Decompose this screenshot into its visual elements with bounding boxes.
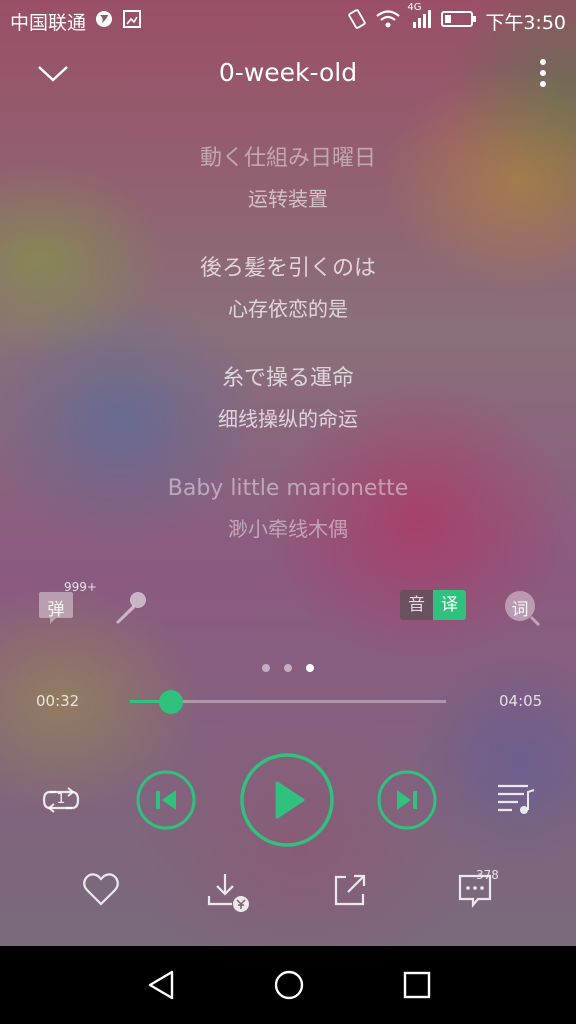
repeat-mode-button[interactable]: 1: [40, 782, 82, 818]
seek-bar[interactable]: [130, 690, 446, 714]
nav-home-button[interactable]: [272, 968, 306, 1002]
system-navigation-bar: [0, 946, 576, 1024]
nav-recents-button[interactable]: [400, 968, 434, 1002]
battery-icon: [441, 9, 477, 34]
lyric-line: 糸で操る運命 细线操纵的命运: [0, 362, 576, 472]
lyric-original: 後ろ髪を引くのは: [199, 256, 376, 281]
like-button[interactable]: [82, 872, 120, 912]
clock: 下午3:50: [485, 12, 566, 34]
nav-recents-icon: [403, 971, 431, 999]
page-dot[interactable]: [284, 664, 292, 672]
danmaku-count-badge: 999+: [64, 580, 97, 594]
lyric-line: 動く仕組み日曜日 运转装置: [0, 142, 576, 252]
wifi-icon: [375, 9, 401, 34]
signal-icon: 4G: [407, 2, 433, 35]
microphone-icon: [116, 592, 146, 624]
lyric-translation: 渺小牵线木偶: [228, 517, 348, 541]
lyrics-search-label: 词: [511, 600, 529, 620]
repeat-one-badge: 1: [56, 791, 66, 807]
lyric-original: Baby little marionette: [167, 476, 409, 501]
page-dot-active[interactable]: [306, 664, 314, 672]
more-vertical-icon: [540, 59, 546, 87]
elapsed-time: 00:32: [36, 692, 80, 710]
carrier-name: 中国联通: [10, 12, 87, 34]
share-icon: [334, 874, 366, 906]
play-button[interactable]: [239, 752, 335, 852]
vibrate-icon: [347, 8, 367, 35]
total-duration: 04:05: [499, 692, 543, 710]
image-notification-icon: [122, 9, 142, 34]
heart-icon: [83, 873, 119, 906]
danmaku-label: 弹: [47, 600, 65, 620]
lyric-original: 糸で操る運命: [221, 366, 354, 391]
next-icon: [377, 770, 437, 830]
lyric-translation: 心存依恋的是: [228, 297, 348, 321]
play-icon: [240, 753, 334, 847]
player-header: 0-week-old: [0, 46, 576, 102]
lyric-translation: 运转装置: [248, 187, 328, 211]
nav-home-icon: [274, 970, 304, 1000]
lyric-line: Baby little marionette 渺小牵线木偶: [0, 472, 576, 582]
download-paid-icon: [207, 874, 249, 912]
more-button[interactable]: [538, 56, 548, 94]
page-indicator: [0, 657, 576, 676]
lyrics-view[interactable]: 動く仕組み日曜日 运转装置 後ろ髪を引くのは 心存依恋的是 糸で操る運命 细线操…: [0, 142, 576, 582]
lyric-translation: 细线操纵的命运: [218, 407, 358, 431]
translate-toggle[interactable]: 译: [433, 590, 466, 620]
status-bar: 中国联通 4G 下午3:50: [0, 0, 576, 40]
playlist-icon: [498, 784, 535, 814]
pronounce-toggle[interactable]: 音: [400, 590, 433, 620]
browser-notification-icon: [94, 9, 114, 34]
lyrics-search-button[interactable]: 词: [502, 588, 542, 628]
status-left: 中国联通: [10, 8, 142, 35]
karaoke-button[interactable]: [110, 588, 150, 632]
danmaku-button[interactable]: 弹: [36, 588, 76, 628]
status-right: 4G 下午3:50: [347, 2, 566, 35]
network-type: 4G: [407, 2, 422, 13]
download-button[interactable]: [206, 872, 252, 918]
share-button[interactable]: [332, 872, 368, 912]
page-dot[interactable]: [262, 664, 270, 672]
lyric-original: 動く仕組み日曜日: [199, 146, 376, 171]
lyric-line: 後ろ髪を引くのは 心存依恋的是: [0, 252, 576, 362]
previous-button[interactable]: [136, 770, 196, 834]
nav-back-button[interactable]: [144, 968, 178, 1002]
previous-icon: [136, 770, 196, 830]
song-title: 0-week-old: [218, 58, 358, 87]
comments-count-badge: 378: [476, 868, 499, 882]
lyrics-mode-toggle[interactable]: 音 译: [400, 590, 466, 620]
next-button[interactable]: [377, 770, 437, 834]
playlist-button[interactable]: [496, 782, 536, 822]
nav-back-icon: [148, 970, 174, 1000]
